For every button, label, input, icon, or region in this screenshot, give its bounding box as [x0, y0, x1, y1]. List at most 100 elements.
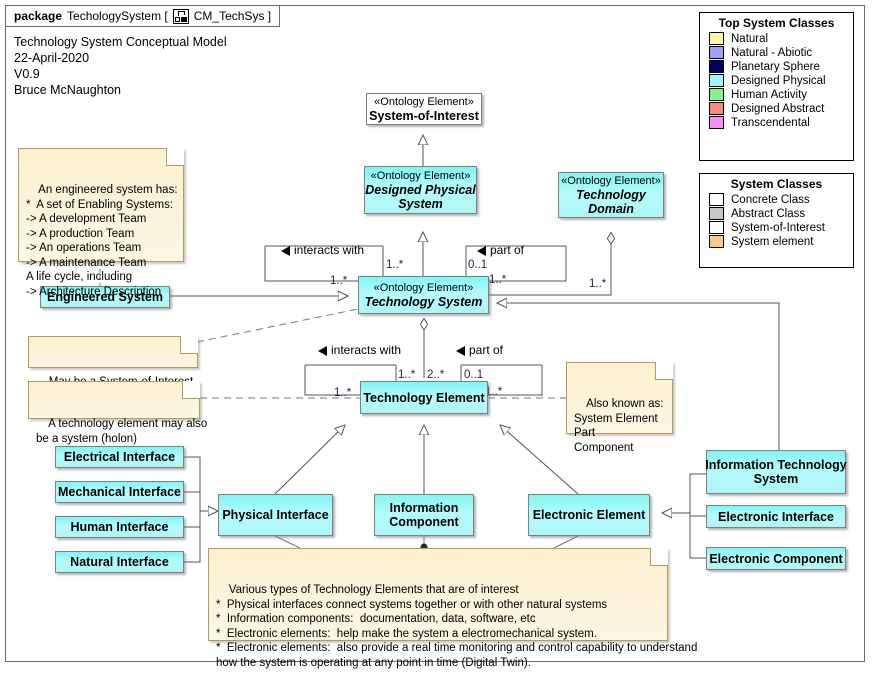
legend-label: Human Activity: [731, 88, 808, 101]
legend-swatch-system-of-interest: [709, 221, 724, 234]
multiplicity-te-partof-source: 0..1: [464, 369, 484, 381]
class-human-interface[interactable]: Human Interface: [55, 516, 184, 538]
note-holon: A technology element may also be a syste…: [28, 381, 207, 445]
class-natural-interface[interactable]: Natural Interface: [55, 551, 184, 573]
legend-swatch-natural: [709, 32, 724, 45]
legend-row: Transcendental: [700, 116, 853, 130]
class-stereotype: «Ontology Element»: [370, 169, 471, 182]
legend-row: Abstract Class: [700, 207, 853, 221]
note-technology-element-types: Various types of Technology Elements tha…: [208, 548, 697, 669]
legend-top-system-classes: Top System Classes Natural Natural - Abi…: [699, 12, 854, 161]
legend-row: Natural - Abiotic: [700, 46, 853, 60]
uml-diagram-canvas: package TechologySystem [ CM_TechSys ] T…: [0, 0, 872, 669]
class-name: Designed Physical System: [365, 182, 476, 211]
legend-row: Designed Physical: [700, 74, 853, 88]
legend-row: Designed Abstract: [700, 102, 853, 116]
class-physical-interface[interactable]: Physical Interface: [218, 494, 333, 536]
arrow-left-icon: [456, 345, 465, 356]
legend-swatch-planetary-sphere: [709, 60, 724, 73]
class-designed-physical-system[interactable]: «Ontology Element» Designed Physical Sys…: [364, 166, 477, 214]
class-electronic-interface[interactable]: Electronic Interface: [706, 505, 846, 528]
class-technology-system[interactable]: «Ontology Element» Technology System: [358, 276, 489, 314]
note-fold-corner: [182, 381, 200, 399]
legend-swatch-concrete-class: [709, 193, 724, 206]
class-mechanical-interface[interactable]: Mechanical Interface: [55, 481, 184, 503]
legend-label: Designed Abstract: [731, 102, 825, 115]
class-electronic-element[interactable]: Electronic Element: [528, 494, 650, 536]
legend-label: Concrete Class: [731, 193, 810, 206]
package-keyword: package: [14, 9, 63, 23]
class-name: Physical Interface: [222, 508, 329, 522]
class-name: Electrical Interface: [63, 450, 176, 464]
class-stereotype: «Ontology Element»: [561, 174, 661, 187]
legend-swatch-human-activity: [709, 88, 724, 101]
package-name: TechologySystem [: [67, 9, 168, 23]
legend-row: Human Activity: [700, 88, 853, 102]
multiplicity-ts-domain: 1..*: [589, 278, 607, 290]
legend-swatch-designed-abstract: [709, 102, 724, 115]
legend-swatch-abstract-class: [709, 207, 724, 220]
package-diagram-icon: [172, 8, 189, 24]
class-name: Mechanical Interface: [58, 485, 181, 499]
class-electronic-component[interactable]: Electronic Component: [706, 547, 846, 570]
class-name: Technology Domain: [576, 187, 646, 216]
multiplicity-ts-interacts-source: 1..*: [330, 275, 348, 287]
note-fold-corner: [180, 336, 198, 354]
multiplicity-te-composition: 2..*: [427, 369, 445, 381]
legend-label: System element: [731, 235, 814, 248]
multiplicity-te-interacts-source: 1..*: [334, 387, 352, 399]
note-engineered-system: An engineered system has: * A set of Ena…: [18, 148, 184, 298]
package-diagram-id: CM_TechSys ]: [193, 9, 272, 23]
role-label-te-part-of: part of: [456, 343, 503, 357]
note-fold-corner: [655, 362, 673, 380]
multiplicity-ts-partof-source: 0..1: [468, 259, 488, 271]
arrow-left-icon: [477, 245, 486, 256]
class-stereotype: «Ontology Element»: [373, 281, 474, 294]
legend-row: Natural: [700, 32, 853, 46]
class-electrical-interface[interactable]: Electrical Interface: [55, 446, 184, 468]
class-name: Information Technology System: [705, 458, 847, 486]
legend-title: System Classes: [730, 177, 823, 191]
legend-row: System element: [700, 235, 853, 249]
class-name: System-of-Interest: [369, 108, 479, 123]
legend-label: Natural: [731, 32, 769, 45]
note-system-of-interest: May be a System-of-Interest: [28, 336, 198, 388]
legend-row: Planetary Sphere: [700, 60, 853, 74]
class-name: Technology Element: [363, 390, 485, 405]
legend-row: Concrete Class: [700, 193, 853, 207]
class-information-technology-system[interactable]: Information Technology System: [705, 450, 847, 494]
class-name: Technology System: [364, 294, 483, 309]
class-name: Human Interface: [70, 520, 169, 534]
arrow-left-icon: [318, 345, 327, 356]
legend-label: Abstract Class: [731, 207, 806, 220]
class-information-component[interactable]: Information Component: [374, 494, 474, 536]
package-header-tab: package TechologySystem [ CM_TechSys ]: [5, 5, 281, 27]
legend-title: Top System Classes: [718, 16, 835, 30]
diagram-header-text: Technology System Conceptual Model 22-Ap…: [14, 35, 227, 97]
legend-swatch-transcendental: [709, 116, 724, 129]
legend-label: Planetary Sphere: [731, 60, 820, 73]
role-label-ts-part-of: part of: [477, 243, 524, 257]
class-stereotype: «Ontology Element»: [374, 95, 474, 108]
note-fold-corner: [166, 148, 184, 166]
role-label-te-interacts-with: interacts with: [318, 343, 401, 357]
legend-label: Transcendental: [731, 116, 810, 129]
arrow-left-icon: [281, 245, 290, 256]
note-also-known-as: Also known as: System Element Part Compo…: [566, 362, 673, 454]
class-technology-domain[interactable]: «Ontology Element» Technology Domain: [558, 172, 664, 218]
legend-row: System-of-Interest: [700, 221, 853, 235]
legend-label: System-of-Interest: [731, 221, 825, 234]
class-name: Electronic Element: [532, 508, 646, 522]
class-system-of-interest[interactable]: «Ontology Element» System-of-Interest: [366, 93, 482, 125]
legend-swatch-designed-physical: [709, 74, 724, 87]
class-technology-element[interactable]: Technology Element: [360, 381, 488, 414]
legend-swatch-system-element: [709, 235, 724, 248]
multiplicity-ts-interacts-target: 1..*: [386, 259, 404, 271]
legend-label: Natural - Abiotic: [731, 46, 813, 59]
role-label-ts-interacts-with: interacts with: [281, 243, 364, 257]
legend-swatch-natural-abiotic: [709, 46, 724, 59]
class-name: Natural Interface: [70, 555, 169, 569]
multiplicity-te-interacts-target: 1..*: [398, 369, 416, 381]
class-name: Electronic Component: [709, 551, 843, 566]
legend-system-classes: System Classes Concrete Class Abstract C…: [699, 173, 854, 268]
